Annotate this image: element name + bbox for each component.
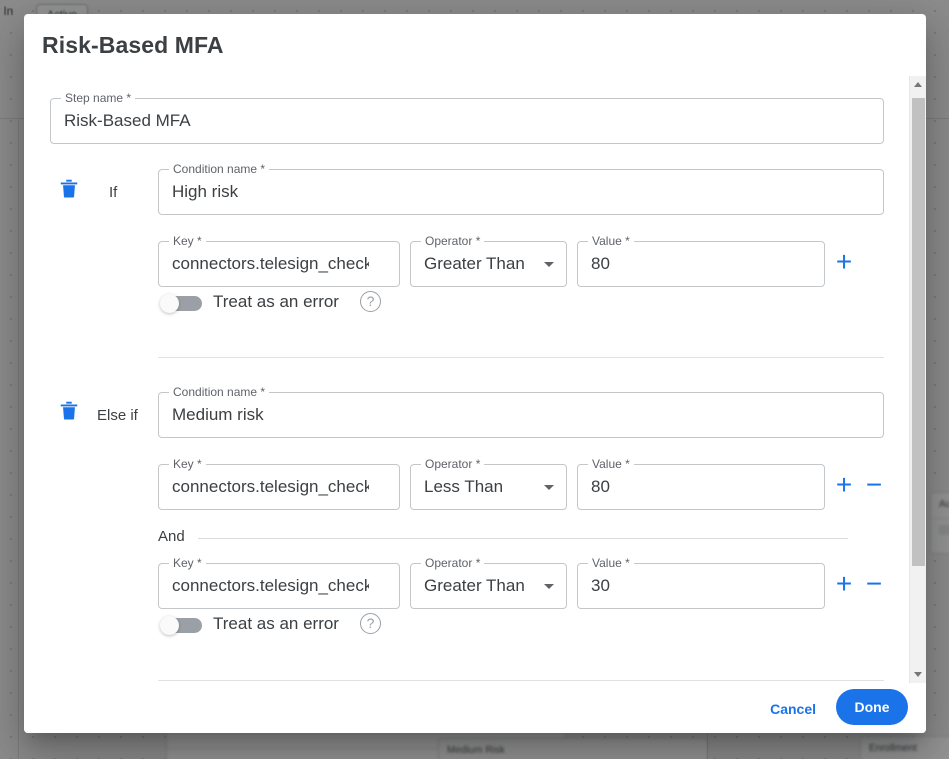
condition-2-name-field[interactable]: Condition name * Medium risk — [158, 392, 884, 438]
dialog-footer: Cancel Done — [24, 683, 926, 733]
condition-1-rule-1-operator-value: Greater Than — [424, 242, 532, 286]
condition-2-treat-as-error-toggle[interactable] — [166, 618, 202, 633]
condition-1-rule-1-value-value: 80 — [591, 242, 794, 286]
condition-2-rule-1-value-field[interactable]: Value * 80 — [577, 464, 825, 510]
scrollbar-thumb[interactable] — [912, 98, 925, 566]
scrollbar-up-button[interactable] — [910, 76, 926, 93]
condition-2-treat-as-error-label: Treat as an error — [213, 614, 339, 634]
risk-based-mfa-dialog: Risk-Based MFA Step name * Risk-Based MF… — [24, 14, 926, 733]
trash-icon — [58, 398, 80, 422]
condition-2-rule-2-key-value: connectors.telesign_checkP... — [172, 564, 369, 608]
chevron-down-icon — [914, 672, 922, 677]
condition-2-rule-2-operator-select[interactable]: Operator * Greater Than — [410, 563, 567, 609]
dialog-title: Risk-Based MFA — [42, 32, 224, 59]
done-button[interactable]: Done — [836, 689, 908, 725]
condition-1-keyword: If — [109, 184, 117, 201]
condition-2-name-value: Medium risk — [172, 393, 853, 437]
chevron-down-icon — [544, 262, 554, 267]
trash-icon — [58, 176, 80, 200]
delete-condition-1-button[interactable] — [58, 176, 80, 200]
help-circle-icon[interactable]: ? — [360, 613, 381, 634]
condition-divider-2 — [158, 680, 884, 681]
dialog-scroll-body: Step name * Risk-Based MFA If Condition … — [24, 76, 926, 683]
cancel-button[interactable]: Cancel — [762, 695, 824, 723]
step-name-field[interactable]: Step name * Risk-Based MFA — [50, 98, 884, 144]
condition-2-rule-1-value-value: 80 — [591, 465, 794, 509]
dialog-scrollbar[interactable] — [909, 76, 926, 683]
toggle-knob — [160, 616, 179, 635]
condition-1-name-value: High risk — [172, 170, 853, 214]
condition-1-rule-1-key-value: connectors.telesign_checkP... — [172, 242, 369, 286]
toggle-knob — [160, 294, 179, 313]
condition-1-rule-1-operator-select[interactable]: Operator * Greater Than — [410, 241, 567, 287]
condition-2-keyword: Else if — [97, 407, 138, 424]
condition-1-name-field[interactable]: Condition name * High risk — [158, 169, 884, 215]
step-name-value: Risk-Based MFA — [64, 99, 853, 143]
condition-1-rule-1-value-field[interactable]: Value * 80 — [577, 241, 825, 287]
condition-2-rule-2-key-field[interactable]: Key * connectors.telesign_checkP... — [158, 563, 400, 609]
condition-divider-1 — [158, 357, 884, 358]
condition-2-rule-1-operator-value: Less Than — [424, 465, 532, 509]
condition-2-rule-2-value-field[interactable]: Value * 30 — [577, 563, 825, 609]
chevron-up-icon — [914, 82, 922, 87]
condition-2-rule-2-joiner-label: And — [158, 528, 185, 545]
chevron-down-icon — [544, 584, 554, 589]
joiner-divider — [198, 538, 848, 539]
condition-2-rule-2-value-value: 30 — [591, 564, 794, 608]
condition-2-rule-2-operator-value: Greater Than — [424, 564, 532, 608]
condition-1-treat-as-error-label: Treat as an error — [213, 292, 339, 312]
condition-1-rule-1-add-button[interactable]: + — [832, 250, 856, 274]
chevron-down-icon — [544, 485, 554, 490]
condition-2-rule-1-remove-button[interactable]: − — [862, 473, 886, 497]
help-circle-icon[interactable]: ? — [360, 291, 381, 312]
condition-1-rule-1-key-field[interactable]: Key * connectors.telesign_checkP... — [158, 241, 400, 287]
condition-2-rule-2-remove-button[interactable]: − — [862, 572, 886, 596]
condition-2-rule-2-add-button[interactable]: + — [832, 572, 856, 596]
condition-2-rule-1-operator-select[interactable]: Operator * Less Than — [410, 464, 567, 510]
condition-1-treat-as-error-toggle[interactable] — [166, 296, 202, 311]
condition-2-rule-1-key-value: connectors.telesign_checkP... — [172, 465, 369, 509]
delete-condition-2-button[interactable] — [58, 398, 80, 422]
condition-2-rule-1-key-field[interactable]: Key * connectors.telesign_checkP... — [158, 464, 400, 510]
condition-2-rule-1-add-button[interactable]: + — [832, 473, 856, 497]
scrollbar-down-button[interactable] — [910, 666, 926, 683]
